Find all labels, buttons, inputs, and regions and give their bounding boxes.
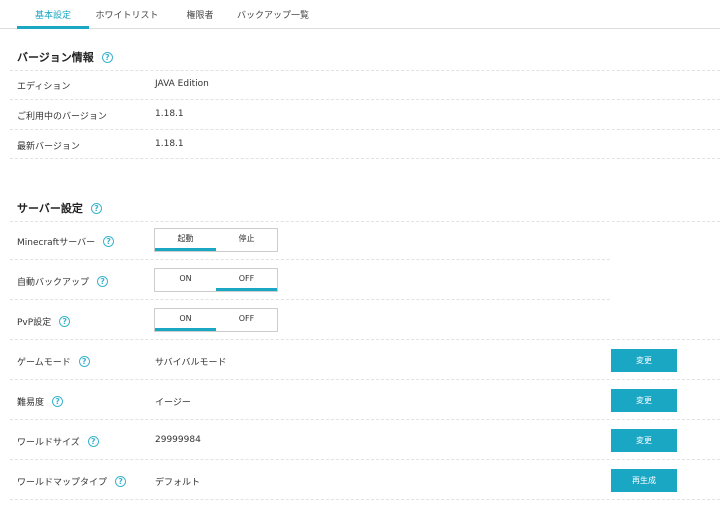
difficulty-value: イージー bbox=[155, 398, 191, 408]
world-size-label: ワールドサイズ? bbox=[17, 435, 99, 448]
version-section-title-text: バージョン情報 bbox=[17, 51, 94, 64]
world-map-regenerate-button[interactable]: 再生成 bbox=[611, 469, 677, 492]
help-icon[interactable]: ? bbox=[101, 52, 113, 63]
world-map-type-label: ワールドマップタイプ? bbox=[17, 475, 127, 488]
help-icon[interactable]: ? bbox=[97, 276, 109, 287]
current-version-label: ご利用中のバージョン bbox=[17, 112, 107, 122]
edition-label: エディション bbox=[17, 82, 71, 92]
world-size-label-text: ワールドサイズ bbox=[17, 438, 80, 448]
help-icon[interactable]: ? bbox=[115, 476, 127, 487]
auto-backup-label-text: 自動バックアップ bbox=[17, 278, 90, 288]
help-icon[interactable]: ? bbox=[103, 236, 115, 247]
divider bbox=[10, 299, 610, 300]
edition-value: JAVA Edition bbox=[155, 79, 209, 89]
help-icon[interactable]: ? bbox=[78, 356, 90, 367]
world-map-type-value: デフォルト bbox=[155, 478, 201, 488]
game-mode-label-text: ゲームモード bbox=[17, 358, 71, 368]
difficulty-change-button[interactable]: 変更 bbox=[611, 389, 677, 412]
tab-basic-settings[interactable]: 基本設定 bbox=[17, 8, 89, 29]
current-version-value: 1.18.1 bbox=[155, 109, 184, 119]
world-size-change-button[interactable]: 変更 bbox=[611, 429, 677, 452]
help-icon[interactable]: ? bbox=[59, 316, 71, 327]
game-mode-value: サバイバルモード bbox=[155, 358, 227, 368]
divider bbox=[10, 158, 720, 159]
latest-version-label: 最新バージョン bbox=[17, 142, 80, 152]
divider bbox=[10, 379, 720, 380]
server-section-title: サーバー設定? bbox=[17, 200, 102, 216]
tab-backup-list[interactable]: バックアップ一覧 bbox=[232, 8, 314, 28]
divider bbox=[10, 459, 720, 460]
help-icon[interactable]: ? bbox=[52, 396, 64, 407]
help-icon[interactable]: ? bbox=[90, 203, 102, 214]
pvp-label-text: PvP設定 bbox=[17, 318, 52, 328]
pvp-label: PvP設定? bbox=[17, 315, 71, 328]
auto-backup-on-option[interactable]: ON bbox=[155, 269, 216, 291]
minecraft-server-label: Minecraftサーバー? bbox=[17, 235, 115, 248]
divider bbox=[10, 499, 720, 500]
world-size-value: 29999984 bbox=[155, 435, 201, 445]
divider bbox=[10, 259, 610, 260]
latest-version-value: 1.18.1 bbox=[155, 139, 184, 149]
server-stop-option[interactable]: 停止 bbox=[216, 229, 277, 251]
world-map-type-label-text: ワールドマップタイプ bbox=[17, 478, 108, 488]
minecraft-server-toggle: 起動 停止 bbox=[154, 228, 278, 252]
divider bbox=[10, 419, 720, 420]
pvp-on-option[interactable]: ON bbox=[155, 309, 216, 331]
game-mode-change-button[interactable]: 変更 bbox=[611, 349, 677, 372]
difficulty-label-text: 難易度 bbox=[17, 398, 45, 408]
help-icon[interactable]: ? bbox=[87, 436, 99, 447]
auto-backup-toggle: ON OFF bbox=[154, 268, 278, 292]
auto-backup-label: 自動バックアップ? bbox=[17, 275, 109, 288]
divider bbox=[10, 221, 720, 222]
divider bbox=[10, 339, 720, 340]
minecraft-server-label-text: Minecraftサーバー bbox=[17, 238, 96, 248]
game-mode-label: ゲームモード? bbox=[17, 355, 90, 368]
server-start-option[interactable]: 起動 bbox=[155, 229, 216, 251]
pvp-off-option[interactable]: OFF bbox=[216, 309, 277, 331]
difficulty-label: 難易度? bbox=[17, 395, 64, 408]
divider bbox=[10, 129, 720, 130]
server-section-title-text: サーバー設定 bbox=[17, 202, 83, 215]
pvp-toggle: ON OFF bbox=[154, 308, 278, 332]
tab-operators[interactable]: 権限者 bbox=[178, 8, 222, 28]
auto-backup-off-option[interactable]: OFF bbox=[216, 269, 277, 291]
divider bbox=[10, 70, 720, 71]
divider bbox=[10, 99, 720, 100]
tab-whitelist[interactable]: ホワイトリスト bbox=[94, 8, 160, 28]
tab-bar: 基本設定 ホワイトリスト 権限者 バックアップ一覧 bbox=[0, 0, 720, 29]
version-section-title: バージョン情報? bbox=[17, 49, 113, 65]
